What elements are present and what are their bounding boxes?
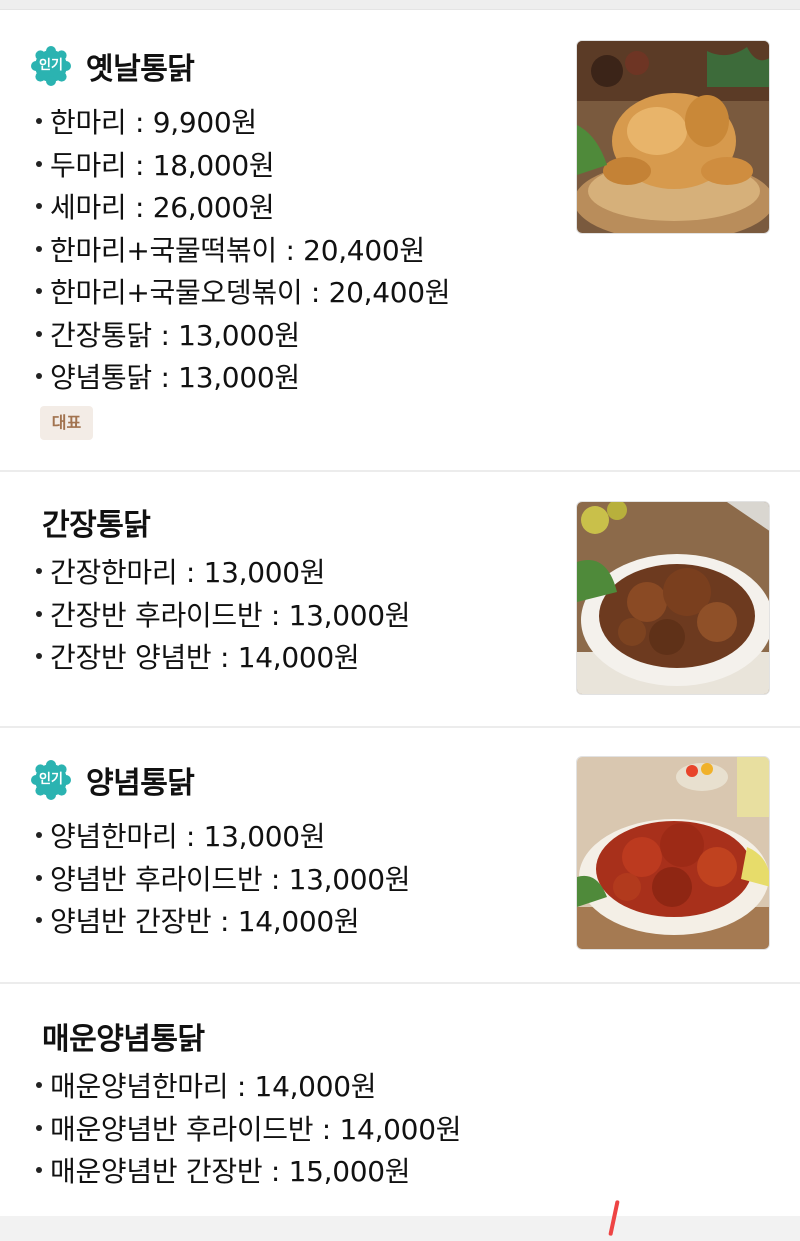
menu-item-title-row: 간장통닭	[30, 500, 151, 544]
bullet-icon	[36, 917, 42, 923]
option-row: 한마리 : 9,900원	[36, 102, 450, 145]
option-list: 간장한마리 : 13,000원 간장반 후라이드반 : 13,000원 간장반 …	[36, 552, 411, 680]
menu-item-seasoned-chicken[interactable]: 인기 양념통닭 양념한마리 : 13,000원 양념반 후라이드반 : 13,0…	[0, 728, 800, 984]
menu-item-title: 간장통닭	[42, 508, 151, 543]
top-divider	[0, 0, 800, 10]
option-text: 양념반 간장반 : 14,000원	[50, 905, 360, 938]
option-text: 한마리+국물떡볶이 : 20,400원	[50, 233, 425, 267]
bottom-gap	[0, 1216, 800, 1241]
option-list: 매운양념한마리 : 14,000원 매운양념반 후라이드반 : 14,000원 …	[36, 1066, 461, 1194]
option-text: 양념통닭 : 13,000원	[50, 361, 300, 394]
popular-badge: 인기	[30, 759, 72, 801]
option-text: 양념한마리 : 13,000원	[50, 820, 326, 853]
representative-tag: 대표	[40, 406, 93, 440]
option-text: 간장반 후라이드반 : 13,000원	[50, 598, 411, 632]
option-row: 세마리 : 26,000원	[36, 187, 450, 230]
option-row: 한마리+국물떡볶이 : 20,400원	[36, 230, 450, 273]
option-row: 간장반 후라이드반 : 13,000원	[36, 595, 411, 638]
option-text: 한마리 : 9,900원	[50, 106, 257, 139]
popular-badge: 인기	[30, 45, 72, 87]
option-row: 간장통닭 : 13,000원	[36, 315, 450, 358]
bullet-icon	[36, 118, 42, 124]
option-text: 두마리 : 18,000원	[50, 148, 275, 182]
badge-label: 인기	[39, 58, 63, 73]
option-row: 두마리 : 18,000원	[36, 145, 450, 188]
option-row: 양념반 후라이드반 : 13,000원	[36, 859, 411, 902]
bullet-icon	[36, 610, 42, 617]
option-row: 양념통닭 : 13,000원	[36, 357, 450, 400]
option-text: 간장한마리 : 13,000원	[50, 556, 326, 589]
bullet-icon	[36, 1167, 42, 1173]
option-text: 양념반 후라이드반 : 13,000원	[50, 862, 411, 896]
menu-item-title-row: 매운양념통닭	[30, 1014, 205, 1058]
badge-label: 인기	[39, 772, 63, 787]
menu-item-old-style-chicken[interactable]: 인기 옛날통닭 한마리 : 9,900원 두마리 : 18,000원 세마리 :…	[0, 10, 800, 472]
option-text: 매운양념한마리 : 14,000원	[50, 1070, 377, 1103]
bullet-icon	[36, 203, 42, 209]
option-text: 한마리+국물오뎅볶이 : 20,400원	[50, 276, 451, 309]
option-row: 매운양념반 후라이드반 : 14,000원	[36, 1109, 461, 1152]
menu-item-soy-chicken[interactable]: 간장통닭 간장한마리 : 13,000원 간장반 후라이드반 : 13,000원…	[0, 472, 800, 728]
option-row: 양념반 간장반 : 14,000원	[36, 901, 410, 944]
bullet-icon	[36, 568, 42, 574]
option-row: 양념한마리 : 13,000원	[36, 816, 410, 859]
option-text: 매운양념반 후라이드반 : 14,000원	[50, 1112, 462, 1146]
bullet-icon	[36, 874, 42, 881]
option-text: 세마리 : 26,000원	[50, 191, 275, 224]
option-text: 간장통닭 : 13,000원	[50, 318, 300, 352]
option-row: 매운양념반 간장반 : 15,000원	[36, 1151, 461, 1194]
option-row: 간장반 양념반 : 14,000원	[36, 637, 410, 680]
bullet-icon	[36, 245, 42, 252]
seasoned-chicken-photo[interactable]	[576, 756, 770, 950]
bullet-icon	[36, 288, 42, 294]
soy-sauce-chicken-photo[interactable]	[576, 501, 770, 695]
bullet-icon	[36, 1082, 42, 1088]
bullet-icon	[36, 330, 42, 337]
menu-item-title: 옛날통닭	[86, 52, 195, 87]
option-text: 매운양념반 간장반 : 15,000원	[50, 1155, 411, 1188]
menu-item-title: 양념통닭	[86, 766, 195, 801]
bullet-icon	[36, 160, 42, 167]
bullet-icon	[36, 1124, 42, 1131]
bullet-icon	[36, 653, 42, 659]
menu-item-title-row: 인기 옛날통닭	[30, 44, 195, 88]
menu-list: 인기 옛날통닭 한마리 : 9,900원 두마리 : 18,000원 세마리 :…	[0, 10, 800, 1220]
option-row: 간장한마리 : 13,000원	[36, 552, 410, 595]
whole-fried-chicken-photo[interactable]	[576, 40, 770, 234]
option-list: 양념한마리 : 13,000원 양념반 후라이드반 : 13,000원 양념반 …	[36, 816, 411, 944]
menu-item-title: 매운양념통닭	[42, 1022, 205, 1057]
option-text: 간장반 양념반 : 14,000원	[50, 641, 360, 674]
menu-item-spicy-seasoned-chicken[interactable]: 매운양념통닭 매운양념한마리 : 14,000원 매운양념반 후라이드반 : 1…	[0, 984, 800, 1220]
menu-item-title-row: 인기 양념통닭	[30, 758, 195, 802]
bullet-icon	[36, 373, 42, 379]
bullet-icon	[36, 832, 42, 838]
option-row: 매운양념한마리 : 14,000원	[36, 1066, 461, 1109]
option-row: 한마리+국물오뎅볶이 : 20,400원	[36, 272, 451, 315]
option-list: 한마리 : 9,900원 두마리 : 18,000원 세마리 : 26,000원…	[36, 102, 451, 400]
